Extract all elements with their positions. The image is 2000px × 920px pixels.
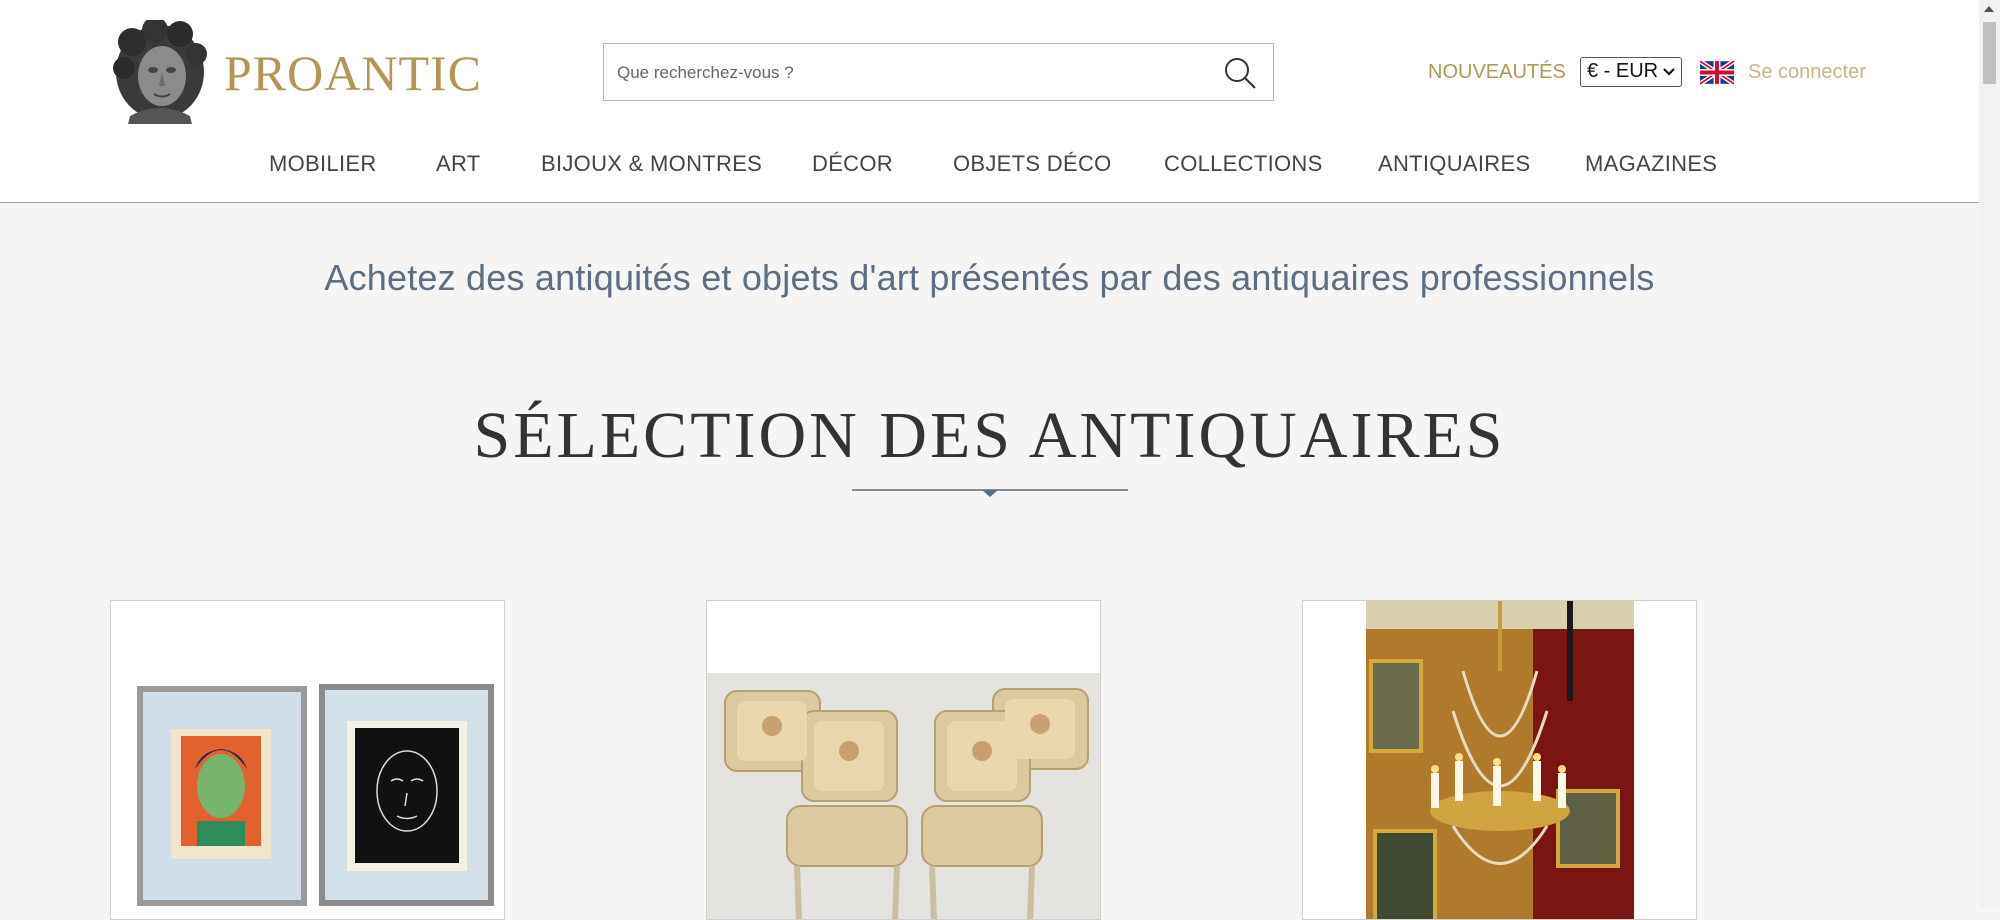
currency-select[interactable]: € - EUR [1580, 57, 1682, 87]
search-input[interactable]: Que recherchez-vous ? [603, 43, 1274, 101]
scroll-up-arrow-icon[interactable] [1984, 6, 1994, 12]
title-divider [852, 489, 1128, 497]
product-card[interactable] [1302, 600, 1697, 920]
page-scrollbar[interactable] [1979, 0, 2000, 908]
search-placeholder: Que recherchez-vous ? [617, 63, 794, 82]
product-card[interactable] [706, 600, 1101, 920]
nav-decor[interactable]: DÉCOR [812, 151, 893, 177]
site-tagline: Achetez des antiquités et objets d'art p… [324, 257, 1655, 298]
nav-art[interactable]: ART [436, 151, 481, 177]
search-icon[interactable] [1223, 56, 1257, 90]
site-header: PROANTIC Que recherchez-vous ? NOUVEAUTÉ… [0, 0, 1979, 203]
nav-magazines[interactable]: MAGAZINES [1585, 151, 1717, 177]
armchairs-image[interactable] [707, 601, 1101, 920]
product-card[interactable] [110, 600, 505, 920]
chevron-down-icon [1663, 68, 1675, 76]
brand-name[interactable]: PROANTIC [224, 44, 482, 102]
scrollbar-thumb[interactable] [1983, 22, 1996, 84]
nav-objets-deco[interactable]: OBJETS DÉCO [953, 151, 1112, 177]
bust-logo-icon[interactable] [110, 20, 210, 125]
nav-collections[interactable]: COLLECTIONS [1164, 151, 1323, 177]
chandelier-image[interactable] [1303, 601, 1697, 920]
login-link[interactable]: Se connecter [1748, 61, 1866, 84]
section-title: SÉLECTION DES ANTIQUAIRES [473, 399, 1506, 472]
currency-value: € - EUR [1587, 60, 1659, 82]
framed-prints-image[interactable] [111, 601, 505, 920]
new-arrivals-link[interactable]: NOUVEAUTÉS [1428, 61, 1566, 84]
nav-mobilier[interactable]: MOBILIER [269, 151, 377, 177]
nav-antiquaires[interactable]: ANTIQUAIRES [1378, 151, 1530, 177]
nav-bijoux-montres[interactable]: BIJOUX & MONTRES [541, 151, 762, 177]
uk-flag-icon[interactable] [1700, 60, 1734, 85]
